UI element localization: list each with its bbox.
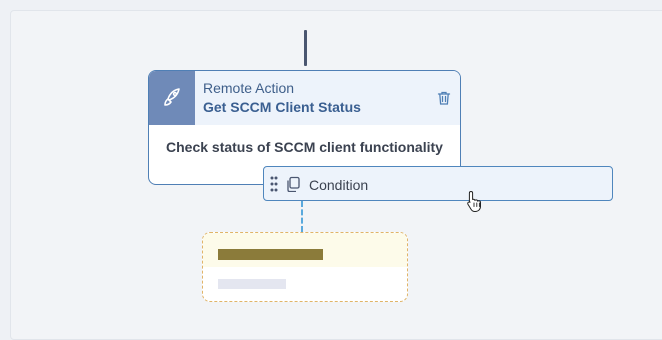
node-type-label: Remote Action — [203, 80, 295, 96]
condition-label: Condition — [309, 177, 369, 193]
node-header: Remote Action Get SCCM Client Status — [149, 71, 460, 125]
node-description: Check status of SCCM client functionalit… — [166, 139, 443, 155]
connector-line — [304, 30, 307, 66]
node-icon-box — [149, 71, 195, 125]
placeholder-header — [203, 233, 407, 267]
condition-drag-item[interactable]: Condition — [263, 166, 613, 201]
dashed-connector — [301, 201, 303, 232]
node-title: Get SCCM Client Status — [203, 99, 361, 115]
copy-icon — [287, 176, 300, 192]
placeholder-node — [202, 232, 408, 302]
skeleton-title-bar — [218, 249, 323, 260]
hand-pointer-icon — [467, 190, 481, 212]
drag-handle-icon[interactable] — [270, 176, 278, 192]
skeleton-subtitle-bar — [218, 279, 286, 289]
rocket-icon — [164, 88, 180, 106]
trash-icon[interactable] — [436, 90, 452, 106]
